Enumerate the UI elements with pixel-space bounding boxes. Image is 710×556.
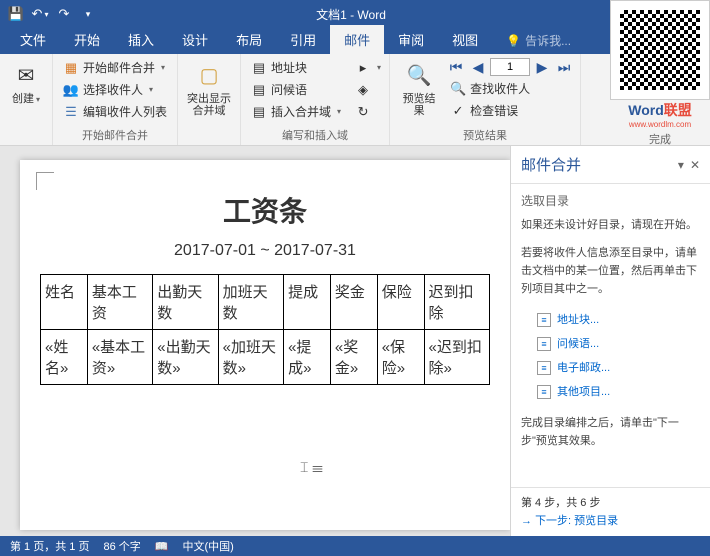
group-label: 开始邮件合并 — [59, 125, 171, 145]
pane-step: 第 4 步，共 6 步 → 下一步: 预览目录 — [511, 487, 710, 536]
pane-title: 邮件合并 — [521, 154, 581, 175]
highlight-icon: ▢ — [193, 59, 225, 91]
ribbon: ✉ 创建▾ ▦开始邮件合并▾ 👥选择收件人▾ ☰编辑收件人列表 开始邮件合并 ▢… — [0, 54, 710, 146]
field-icon: ▤ — [251, 104, 267, 120]
pane-text: 若要将收件人信息添至目录中，请单击文档中的某一位置，然后再单击下列项目其中之一。 — [521, 244, 700, 298]
greeting-button[interactable]: ▤问候语 — [247, 79, 345, 100]
tab-references[interactable]: 引用 — [276, 25, 330, 54]
document-area[interactable]: 工资条 2017-07-01 ~ 2017-07-31 姓名 基本工资 出勤天数… — [0, 146, 510, 536]
check-errors-button[interactable]: ✓检查错误 — [446, 100, 574, 121]
next-step-link[interactable]: → 下一步: 预览目录 — [521, 510, 700, 530]
tab-design[interactable]: 设计 — [168, 25, 222, 54]
envelope-icon: ✉ — [10, 59, 42, 91]
start-merge-button[interactable]: ▦开始邮件合并▾ — [59, 57, 171, 78]
pane-section: 选取目录 — [521, 192, 700, 210]
update-button[interactable]: ↻ — [353, 101, 383, 122]
doc-icon: ≡ — [537, 361, 551, 375]
greeting-icon: ▤ — [251, 82, 267, 98]
doc-dates: 2017-07-01 ~ 2017-07-31 — [40, 242, 490, 260]
first-record-button[interactable]: ⏮ — [446, 57, 466, 77]
link-greeting[interactable]: ≡问候语... — [521, 332, 700, 356]
page-corner — [36, 172, 54, 190]
address-icon: ▤ — [251, 60, 267, 76]
status-bar: 第 1 页，共 1 页 86 个字 📖 中文(中国) — [0, 536, 710, 556]
edit-recipients-button[interactable]: ☰编辑收件人列表 — [59, 101, 171, 122]
doc-icon: ≡ — [537, 337, 551, 351]
tab-home[interactable]: 开始 — [60, 25, 114, 54]
title-bar: 💾 ↶▾ ↷ ▾ 文档1 - Word — [0, 0, 710, 28]
pane-text: 完成目录编排之后，请单击"下一步"预览其效果。 — [521, 414, 700, 450]
check-icon: ✓ — [450, 103, 466, 119]
next-record-button[interactable]: ▶ — [532, 57, 552, 77]
prev-record-button[interactable]: ◀ — [468, 57, 488, 77]
tab-view[interactable]: 视图 — [438, 25, 492, 54]
proofing-icon[interactable]: 📖 — [155, 540, 169, 553]
table-row: 姓名 基本工资 出勤天数 加班天数 提成 奖金 保险 迟到扣除 — [41, 275, 490, 330]
redo-icon[interactable]: ↷ — [54, 4, 74, 24]
list-icon: ☰ — [63, 104, 79, 120]
salary-table: 姓名 基本工资 出勤天数 加班天数 提成 奖金 保险 迟到扣除 «姓名» «基本… — [40, 274, 490, 385]
pane-menu-icon[interactable]: ▾ — [678, 158, 684, 172]
select-recipients-button[interactable]: 👥选择收件人▾ — [59, 79, 171, 100]
tab-mailings[interactable]: 邮件 — [330, 25, 384, 54]
qr-code — [610, 0, 710, 100]
save-icon[interactable]: 💾 — [6, 4, 26, 24]
tab-review[interactable]: 审阅 — [384, 25, 438, 54]
merge-icon: ▦ — [63, 60, 79, 76]
address-block-button[interactable]: ▤地址块 — [247, 57, 345, 78]
highlight-fields-button[interactable]: ▢ 突出显示 合并域 — [184, 57, 234, 145]
doc-icon: ≡ — [537, 313, 551, 327]
people-icon: 👥 — [63, 82, 79, 98]
pane-text: 如果还未设计好目录，请现在开始。 — [521, 216, 700, 234]
group-label: 预览结果 — [396, 125, 574, 145]
last-record-button[interactable]: ⏭ — [554, 57, 574, 77]
watermark-brand: Word联盟 www.wordlm.com 完成 — [610, 100, 710, 147]
tab-insert[interactable]: 插入 — [114, 25, 168, 54]
undo-icon[interactable]: ↶▾ — [30, 4, 50, 24]
rules-icon: ▸ — [355, 60, 371, 76]
preview-icon: 🔍 — [403, 59, 435, 91]
table-row: «姓名» «基本工资» «出勤天数» «加班天数» «提成» «奖金» «保险»… — [41, 330, 490, 385]
link-epostage[interactable]: ≡电子邮政... — [521, 356, 700, 380]
tab-file[interactable]: 文件 — [6, 25, 60, 54]
status-page[interactable]: 第 1 页，共 1 页 — [10, 538, 89, 554]
text-cursor-icon: ⌶ ☰ — [300, 459, 323, 476]
match-icon: ◈ — [355, 82, 371, 98]
insert-field-button[interactable]: ▤插入合并域▾ — [247, 101, 345, 122]
ribbon-tabs: 文件 开始 插入 设计 布局 引用 邮件 审阅 视图 💡告诉我... — [0, 28, 710, 54]
status-lang[interactable]: 中文(中国) — [182, 538, 233, 554]
group-label: 编写和插入域 — [247, 125, 383, 145]
update-icon: ↻ — [355, 104, 371, 120]
doc-title: 工资条 — [40, 190, 490, 230]
tab-layout[interactable]: 布局 — [222, 25, 276, 54]
close-icon[interactable]: ✕ — [690, 158, 700, 172]
page: 工资条 2017-07-01 ~ 2017-07-31 姓名 基本工资 出勤天数… — [20, 160, 510, 530]
doc-icon: ≡ — [537, 385, 551, 399]
window-title: 文档1 - Word — [98, 6, 604, 23]
record-input[interactable] — [490, 58, 530, 76]
qat-custom-icon[interactable]: ▾ — [78, 4, 98, 24]
rules-button[interactable]: ▸▾ — [353, 57, 383, 78]
create-button[interactable]: ✉ 创建▾ — [6, 57, 46, 145]
find-recipient-button[interactable]: 🔍查找收件人 — [446, 78, 574, 99]
mail-merge-pane: 邮件合并 ▾ ✕ 选取目录 如果还未设计好目录，请现在开始。 若要将收件人信息添… — [510, 146, 710, 536]
status-words[interactable]: 86 个字 — [103, 538, 140, 554]
link-address-block[interactable]: ≡地址块... — [521, 308, 700, 332]
bulb-icon: 💡 — [506, 34, 521, 48]
match-button[interactable]: ◈ — [353, 79, 383, 100]
tell-me[interactable]: 💡告诉我... — [492, 27, 585, 54]
search-icon: 🔍 — [450, 81, 466, 97]
preview-button[interactable]: 🔍 预览结果 — [396, 57, 442, 125]
link-more-items[interactable]: ≡其他项目... — [521, 380, 700, 404]
